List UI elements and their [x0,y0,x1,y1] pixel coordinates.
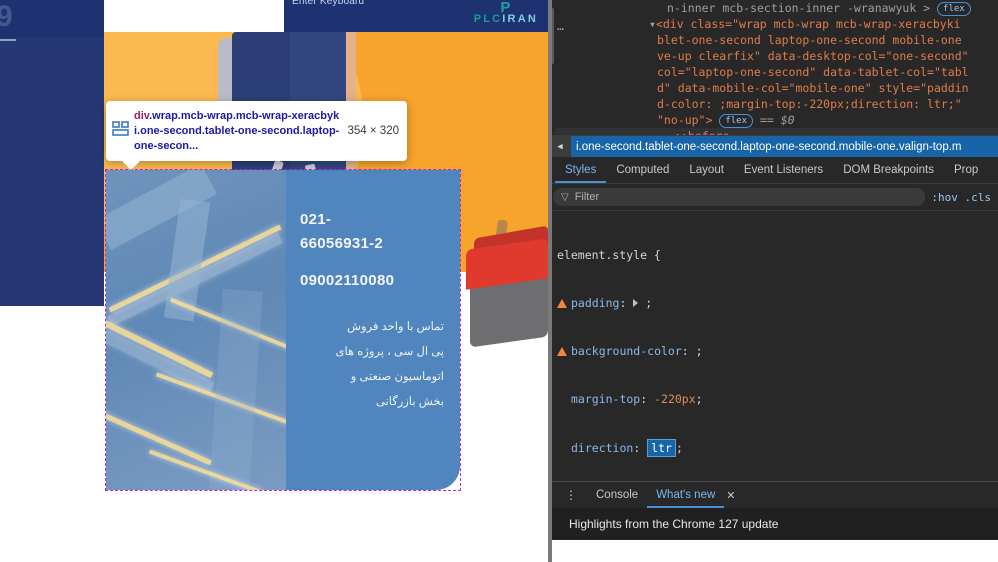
drawer-tab-bar[interactable]: ⋮ Console What's new ✕ [549,482,998,508]
styles-filter-input[interactable]: ▽ Filter [553,188,926,206]
screen-root: 9 Enter Keyboard P PLCIRAN 021- 66056931… [0,0,998,562]
dom-line-pseudo[interactable]: ::before [549,128,998,135]
drawer-tab-whats-new[interactable]: What's new [647,482,724,508]
tab-layout[interactable]: Layout [679,157,734,183]
more-vertical-icon[interactable]: ⋮ [555,488,587,502]
card-description-line-2: پی ال سی ، پروژه های [335,346,445,358]
devtools-sidebar-tabs[interactable]: Styles Computed Layout Event Listeners D… [549,157,998,184]
dom-line-1-text: <div class="wrap mcb-wrap mcb-wrap-xerac… [655,17,961,31]
styles-filter-actions[interactable]: :hov .cls [931,191,995,204]
style-rule-element-style[interactable]: element.style { padding: ; background-co… [549,211,998,480]
card-description-line-3: اتوماسیون صنعتی و [350,371,444,383]
flex-badge[interactable]: flex [937,2,971,16]
declaration-margin-top[interactable]: margin-top: -220px; [557,391,998,407]
card-contact-panel: 021- 66056931-2 09002110080 تماس با واحد… [286,170,460,490]
dom-console-ref: == $0 [759,113,795,127]
tooltip-tag-name: div [134,109,150,122]
dom-line-1[interactable]: ▾<div class="wrap mcb-wrap mcb-wrap-xera… [549,16,998,32]
breadcrumb-text: i.one-second.tablet-one-second.laptop-on… [576,140,962,153]
dom-line-5[interactable]: d" data-mobile-col="mobile-one" style="p… [549,80,998,96]
dom-line-4[interactable]: col="laptop-one-second" data-tablet-col=… [549,64,998,80]
devtools-splitter[interactable] [548,0,552,562]
tooltip-selector: div.wrap.mcb-wrap.mcb-wrap-xeracbyki.one… [134,109,340,154]
styles-filter-placeholder: Filter [574,191,600,203]
site-left-navy-panel: 9 [0,0,104,306]
declaration-direction[interactable]: direction: ltr; [557,439,998,457]
card-photo [106,170,286,490]
rule-selector: element.style { [557,248,661,262]
dom-line-3[interactable]: ve-up clearfix" data-desktop-col="one-se… [549,48,998,64]
site-left-navy-top [0,0,104,38]
card-description-line-1: تماس با واحد فروش [346,321,444,333]
close-icon[interactable]: ✕ [724,489,735,502]
sidebar-underline [0,39,16,41]
styles-rules-list[interactable]: element.style { padding: ; background-co… [549,211,998,480]
logo-text: PLCIRAN [474,14,538,25]
card-description: تماس با واحد فروش پی ال سی ، پروژه های ا… [300,315,445,415]
tab-event-listeners[interactable]: Event Listeners [734,157,833,183]
dom-line-6[interactable]: d-color: ;margin-top:-220px;direction: l… [549,96,998,112]
warning-icon [557,299,567,308]
site-logo[interactable]: P PLCIRAN [474,0,538,25]
dom-breadcrumb[interactable]: ◀ i.one-second.tablet-one-second.laptop-… [549,135,998,157]
chevron-left-icon[interactable]: ◀ [549,136,571,157]
direction-value-selected[interactable]: ltr [647,439,676,457]
tooltip-dimensions: 354 × 320 [347,125,399,137]
dom-line-2[interactable]: blet-one-second laptop-one-second mobile… [549,32,998,48]
whats-new-headline: Highlights from the Chrome 127 update [569,516,779,531]
declaration-background-color[interactable]: background-color: ; [557,343,998,359]
devtools-panel: n-inner mcb-section-inner -wranawyuk > f… [548,0,998,540]
drawer-content: Highlights from the Chrome 127 update [549,508,998,539]
drawer-tab-console[interactable]: Console [587,482,647,508]
funnel-icon: ▽ [561,191,569,203]
inspected-element-highlight: 021- 66056931-2 09002110080 تماس با واحد… [105,169,461,491]
contact-card[interactable]: 021- 66056931-2 09002110080 تماس با واحد… [106,170,460,490]
devtools-drawer: ⋮ Console What's new ✕ Highlights from t… [549,481,998,540]
sidebar-glyph: 9 [0,0,13,33]
site-header: Enter Keyboard P PLCIRAN [284,0,548,32]
dom-tree[interactable]: n-inner mcb-section-inner -wranawyuk > f… [549,0,998,135]
toolbox-illustration [466,219,548,348]
card-phone-line-2[interactable]: 66056931-2 [300,232,444,256]
tooltip-selector-classes: .wrap.mcb-wrap.mcb-wrap-xeracbyki.one-se… [134,109,340,152]
warning-icon [557,347,567,356]
card-description-line-4: بخش بازرگانی [375,396,444,408]
dom-line-7[interactable]: "no-up"> flex == $0 [549,112,998,128]
styles-filter-bar[interactable]: ▽ Filter :hov .cls [549,184,998,211]
page-white-area-left [0,306,106,562]
tab-dom-breakpoints[interactable]: DOM Breakpoints [833,157,944,183]
element-inspector-tooltip: div.wrap.mcb-wrap.mcb-wrap-xeracbyki.one… [106,101,407,170]
site-nav-text[interactable]: Enter Keyboard [292,0,364,7]
photo-beam [106,330,215,394]
tab-computed[interactable]: Computed [606,157,679,183]
logo-text-plc: PLC [473,13,503,25]
page-viewport: 9 Enter Keyboard P PLCIRAN 021- 66056931… [0,0,548,562]
dom-ellipsis[interactable]: … [557,19,565,33]
layout-grid-icon [112,120,134,142]
declaration-padding[interactable]: padding: ; [557,295,998,311]
flex-badge[interactable]: flex [719,114,754,128]
tab-styles[interactable]: Styles [555,157,606,183]
tab-properties[interactable]: Prop [944,157,988,183]
devtools-bottom-gap [548,540,998,562]
dom-parent-text: n-inner mcb-section-inner -wranawyuk > [667,1,931,15]
dom-line-parent[interactable]: n-inner mcb-section-inner -wranawyuk > f… [549,0,998,16]
card-phone-line-1[interactable]: 021- [300,208,444,232]
card-mobile-number[interactable]: 09002110080 [300,272,444,289]
logo-text-iran: IRAN [502,13,538,25]
